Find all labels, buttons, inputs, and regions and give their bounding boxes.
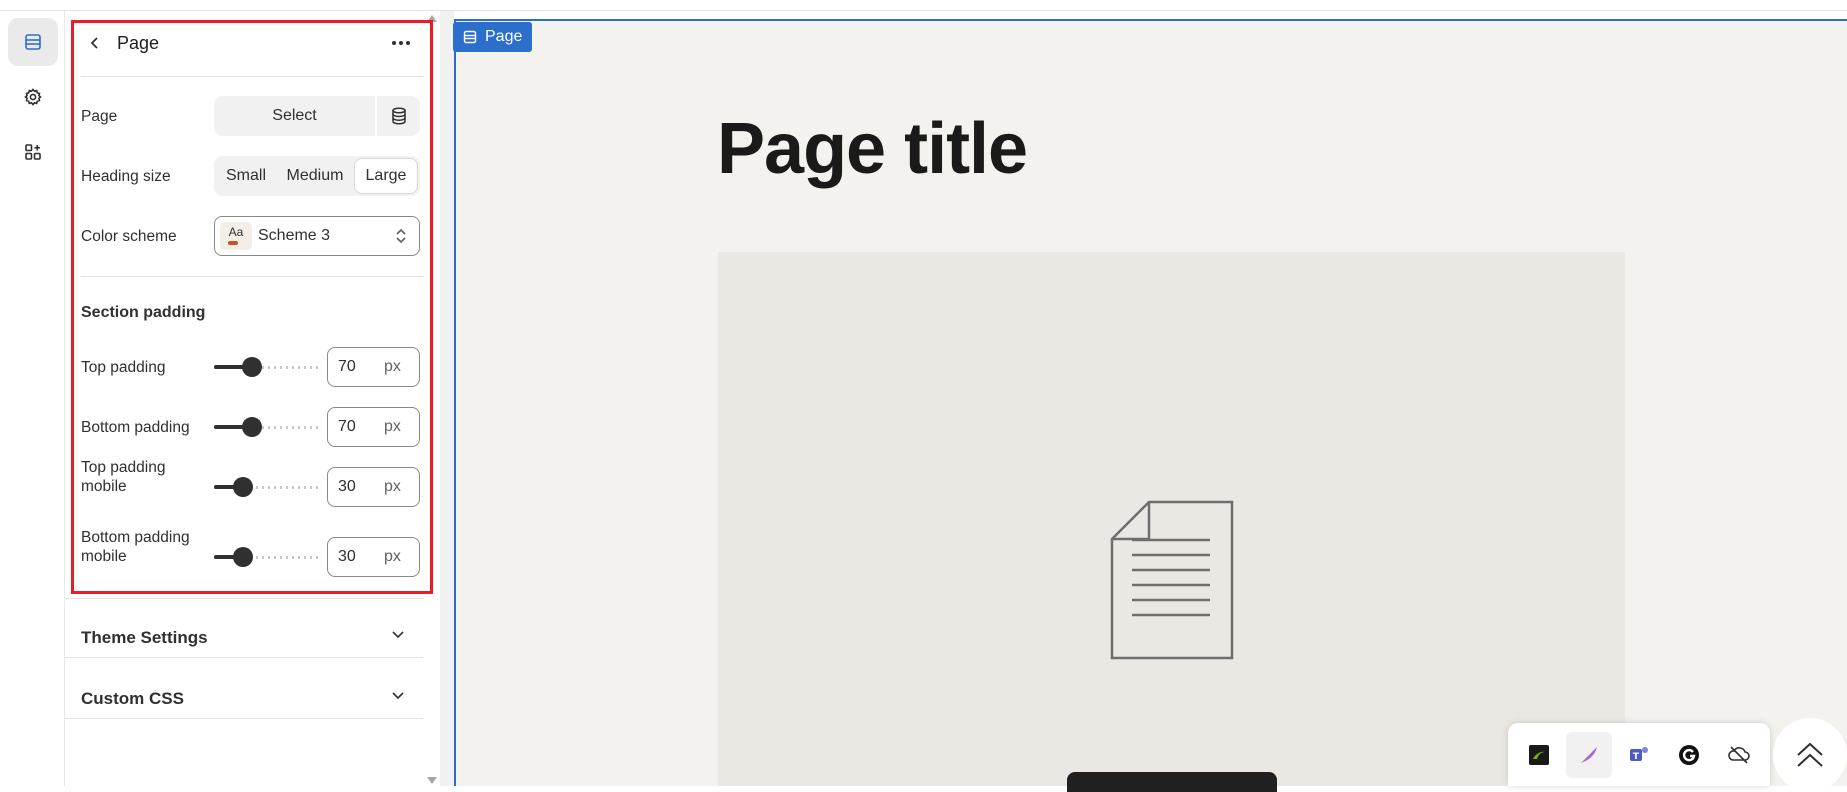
tray-grammarly-button[interactable] xyxy=(1666,732,1712,778)
system-tray: T xyxy=(1508,723,1770,786)
more-options-button[interactable] xyxy=(386,29,416,57)
section-padding-heading: Section padding xyxy=(81,304,206,321)
top-padding-value[interactable]: 70 xyxy=(338,358,384,376)
apps-icon xyxy=(25,144,41,160)
panel-title: Page xyxy=(117,32,160,53)
heading-size-label: Heading size xyxy=(81,168,171,185)
accordion-title: Theme Settings xyxy=(81,628,208,647)
top-padding-slider[interactable] xyxy=(214,357,318,377)
scroll-to-top-button[interactable] xyxy=(1773,718,1847,792)
heading-size-large-option[interactable]: Large xyxy=(355,159,417,193)
swatch-text: Aa xyxy=(228,225,244,239)
swatch-accent-bar xyxy=(228,241,238,245)
page-title: Page title xyxy=(717,109,1028,189)
settings-panel: Page Page Select Heading size Small Medi… xyxy=(65,11,440,786)
section-tag-label: Page xyxy=(485,28,523,45)
panel-scrollbar[interactable] xyxy=(424,11,440,786)
sections-icon xyxy=(25,34,41,50)
color-scheme-swatch: Aa xyxy=(220,222,252,250)
preview-gutter xyxy=(440,11,454,786)
unit-label: px xyxy=(384,548,401,565)
color-scheme-select[interactable]: Aa Scheme 3 xyxy=(214,216,420,256)
cloud-offline-icon xyxy=(1728,745,1750,764)
quill-icon xyxy=(1581,746,1597,763)
scroll-down-arrow[interactable] xyxy=(427,777,437,784)
select-arrows-icon xyxy=(396,228,406,244)
slider-handle[interactable] xyxy=(233,477,253,497)
bottom-padding-value[interactable]: 70 xyxy=(338,418,384,436)
heading-size-segmented-control: Small Medium Large xyxy=(214,156,420,196)
divider xyxy=(65,657,423,658)
teams-icon: T xyxy=(1630,746,1648,762)
divider xyxy=(81,76,423,77)
apps-rail-button[interactable] xyxy=(8,128,58,176)
dynamic-source-button[interactable] xyxy=(377,96,420,136)
more-horizontal-icon xyxy=(392,41,410,45)
accordion-title: Custom CSS xyxy=(81,689,184,708)
color-scheme-value: Scheme 3 xyxy=(258,227,331,244)
svg-text:T: T xyxy=(1633,752,1640,762)
unit-label: px xyxy=(384,418,401,435)
page-select-button[interactable]: Select xyxy=(214,96,375,136)
heading-size-small-option[interactable]: Small xyxy=(217,159,275,193)
left-rail xyxy=(0,11,65,786)
unit-label: px xyxy=(384,358,401,375)
nvidia-icon xyxy=(1529,744,1549,765)
chevron-down-icon xyxy=(392,631,404,639)
color-scheme-label: Color scheme xyxy=(81,228,177,245)
preview-bottom-bar xyxy=(1067,772,1277,792)
top-padding-mobile-slider[interactable] xyxy=(214,477,318,497)
tray-quill-button[interactable] xyxy=(1566,731,1612,778)
database-icon xyxy=(391,107,406,125)
bottom-padding-mobile-slider[interactable] xyxy=(214,547,318,567)
unit-label: px xyxy=(384,478,401,495)
bottom-padding-mobile-label: Bottom padding mobile xyxy=(81,529,190,565)
bottom-padding-label: Bottom padding xyxy=(81,419,190,436)
top-padding-mobile-input[interactable]: 30 px xyxy=(327,467,420,507)
panel-header: Page xyxy=(73,21,423,65)
tray-nvidia-button[interactable] xyxy=(1516,732,1562,778)
divider xyxy=(65,718,423,719)
bottom-padding-input[interactable]: 70 px xyxy=(327,407,420,447)
top-padding-label: Top padding xyxy=(81,359,166,376)
selected-section-tag[interactable]: Page xyxy=(453,22,533,52)
slider-handle[interactable] xyxy=(242,357,262,377)
slider-handle[interactable] xyxy=(233,547,253,567)
chevron-down-icon xyxy=(392,692,404,700)
top-strip xyxy=(0,0,1847,11)
settings-rail-button[interactable] xyxy=(8,73,58,121)
heading-size-medium-option[interactable]: Medium xyxy=(275,159,355,193)
bottom-padding-slider[interactable] xyxy=(214,417,318,437)
bottom-padding-mobile-input[interactable]: 30 px xyxy=(327,537,420,577)
top-padding-mobile-label: Top padding mobile xyxy=(81,459,166,495)
top-padding-mobile-value[interactable]: 30 xyxy=(338,478,384,496)
gear-icon xyxy=(24,88,42,106)
chevron-left-icon xyxy=(90,37,98,49)
page-label: Page xyxy=(81,108,118,125)
document-icon xyxy=(1110,500,1234,660)
bottom-padding-mobile-value[interactable]: 30 xyxy=(338,548,384,566)
double-chevron-up-icon xyxy=(1797,742,1823,767)
grammarly-icon xyxy=(1679,744,1699,765)
theme-settings-accordion[interactable]: Theme Settings xyxy=(81,608,423,668)
back-button[interactable] xyxy=(81,29,109,57)
tray-teams-button[interactable]: T xyxy=(1616,732,1662,778)
divider xyxy=(81,276,423,277)
scroll-up-arrow[interactable] xyxy=(427,15,437,22)
sections-icon xyxy=(463,30,477,44)
slider-handle[interactable] xyxy=(242,417,262,437)
custom-css-accordion[interactable]: Custom CSS xyxy=(81,669,423,729)
divider xyxy=(65,598,423,599)
top-padding-input[interactable]: 70 px xyxy=(327,347,420,387)
sections-rail-button[interactable] xyxy=(8,18,58,66)
tray-onedrive-button[interactable] xyxy=(1716,732,1762,778)
